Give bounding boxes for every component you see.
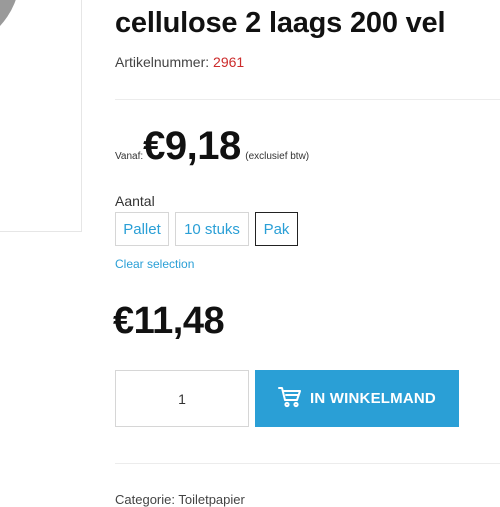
quantity-input[interactable] — [115, 370, 249, 427]
divider-top — [115, 99, 500, 100]
product-photo-roll — [0, 0, 20, 50]
product-price: €11,48 — [113, 300, 225, 342]
product-image[interactable] — [0, 0, 82, 232]
price-from-prefix: Vanaf: — [115, 151, 144, 162]
sku-value: 2961 — [213, 54, 245, 70]
price-from: Vanaf:€9,18 (exclusief btw) — [115, 124, 309, 169]
clear-selection-link[interactable]: Clear selection — [115, 257, 194, 271]
cart-icon — [278, 386, 302, 412]
sku-label: Artikelnummer: — [115, 54, 210, 70]
price-tax-note: (exclusief btw) — [245, 151, 310, 162]
sku-line: Artikelnummer: 2961 — [115, 54, 244, 70]
add-to-cart-button[interactable]: IN WINKELMAND — [255, 370, 459, 427]
option-pak[interactable]: Pak — [255, 212, 298, 246]
divider-bottom — [115, 463, 500, 464]
option-pallet[interactable]: Pallet — [115, 212, 169, 246]
option-10-stuks[interactable]: 10 stuks — [175, 212, 249, 246]
add-to-cart-label: IN WINKELMAND — [310, 390, 436, 407]
price-from-amount: €9,18 — [143, 124, 241, 168]
quantity-label: Aantal — [115, 193, 155, 209]
product-title: cellulose 2 laags 200 vel — [115, 7, 446, 40]
